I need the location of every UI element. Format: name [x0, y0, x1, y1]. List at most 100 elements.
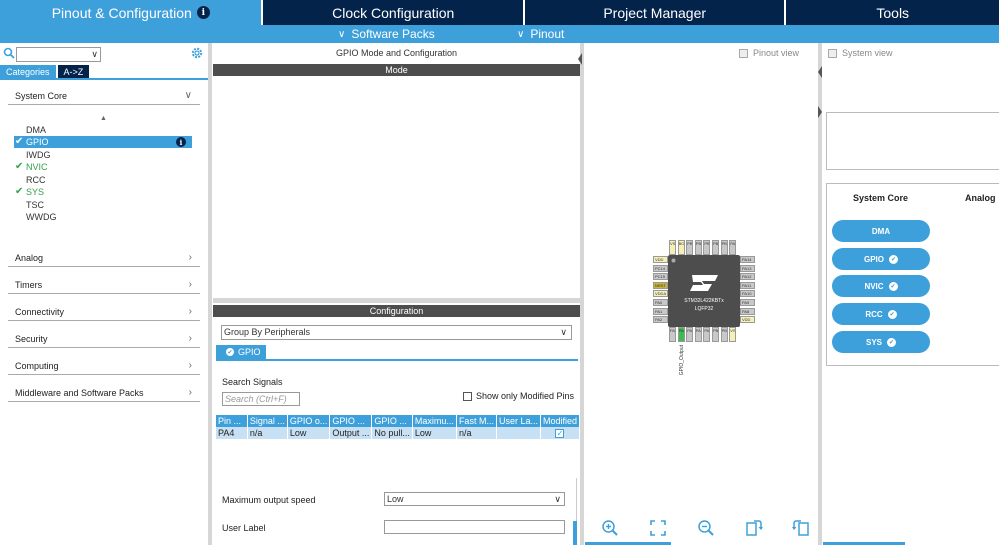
pin-nrst[interactable]: NRST — [653, 281, 668, 289]
collapse-right-icon[interactable] — [818, 106, 822, 118]
system-pill-rcc[interactable]: RCC ✔ — [832, 303, 930, 325]
pin-pa4[interactable]: PA4 — [677, 327, 685, 342]
pin-pa6[interactable]: PA6 — [694, 327, 702, 342]
pinout-menu[interactable]: ∨ Pinout — [517, 25, 564, 43]
pin-pa1[interactable]: PA1 — [653, 307, 668, 315]
pin-pa14[interactable]: PA14 — [740, 256, 755, 263]
section-middleware[interactable]: Middleware and Software Packs › — [8, 384, 200, 402]
pin-pa15[interactable]: PA15 — [729, 240, 737, 255]
software-packs-menu[interactable]: ∨ Software Packs — [338, 25, 435, 43]
col-header[interactable]: GPIO ... — [371, 415, 413, 427]
system-pill-dma[interactable]: DMA — [832, 220, 930, 242]
section-timers[interactable]: Timers › — [8, 276, 200, 294]
pin-pa0[interactable]: PA0 — [653, 299, 668, 306]
system-pill-gpio[interactable]: GPIO ✔ — [832, 248, 930, 270]
section-computing[interactable]: Computing › — [8, 357, 200, 375]
pin-vss[interactable]: VSS — [729, 327, 737, 342]
pin-pa7[interactable]: PA7 — [703, 327, 711, 342]
show-modified-checkbox[interactable]: Show only Modified Pins — [463, 391, 574, 401]
peripheral-search-combo[interactable]: ∨ — [16, 47, 101, 62]
collapse-left-icon[interactable] — [818, 66, 822, 78]
section-analog[interactable]: Analog › — [8, 249, 200, 267]
tab-a-z[interactable]: A->Z — [57, 65, 90, 78]
pin-pa5[interactable]: PA5 — [686, 327, 694, 342]
search-icon[interactable] — [3, 47, 15, 59]
section-system-core[interactable]: System Core ∨ — [8, 87, 200, 105]
system-pill-nvic[interactable]: NVIC ✔ — [832, 275, 930, 297]
panel-splitter[interactable] — [818, 43, 822, 545]
pin-pb0[interactable]: PB0 — [712, 327, 719, 342]
group-by-select[interactable]: Group By Peripherals ∨ — [221, 325, 572, 340]
col-header[interactable]: Pin ... — [216, 415, 248, 427]
col-header[interactable]: GPIO ... — [329, 415, 373, 427]
tab-tools[interactable]: Tools — [786, 0, 999, 25]
pin-pa3[interactable]: PA3 — [669, 327, 676, 342]
pin-pa8[interactable]: PA8 — [740, 307, 755, 315]
sort-icon[interactable]: ▲ — [100, 115, 107, 122]
pin-pa9[interactable]: PA9 — [740, 299, 755, 306]
periph-dma[interactable]: DMA — [14, 124, 192, 136]
max-speed-select[interactable]: Low ∨ — [384, 492, 565, 506]
collapse-left-icon[interactable] — [578, 53, 582, 65]
chip-body[interactable]: STM32L422KBTx LQFP32 — [668, 255, 740, 327]
col-header[interactable]: Modified — [540, 415, 581, 427]
section-connectivity[interactable]: Connectivity › — [8, 303, 200, 321]
tab-gpio[interactable]: ✔ GPIO — [216, 345, 266, 359]
periph-nvic[interactable]: ✔ NVIC — [14, 161, 192, 173]
configuration-header[interactable]: Configuration — [213, 305, 580, 317]
pin-boot[interactable]: BOOT — [677, 240, 685, 255]
info-icon[interactable]: i — [176, 137, 186, 147]
pinout-view-tab[interactable]: Pinout view — [739, 48, 799, 58]
zoom-in-icon[interactable] — [601, 519, 619, 537]
scrollbar[interactable] — [573, 521, 577, 545]
system-view-tab[interactable]: System view — [828, 48, 893, 58]
tab-project-manager[interactable]: Project Manager — [524, 0, 785, 25]
pin-pa12[interactable]: PA12 — [740, 273, 755, 281]
tab-categories[interactable]: Categories — [0, 65, 56, 78]
pin-pa13[interactable]: PA13 — [740, 264, 755, 272]
pin-pb7[interactable]: PB7 — [686, 240, 694, 255]
tab-clock-configuration[interactable]: Clock Configuration — [263, 0, 523, 25]
pin-pa2[interactable]: PA2 — [653, 316, 668, 324]
periph-sys[interactable]: ✔ SYS — [14, 186, 192, 198]
col-header[interactable]: Fast M... — [456, 415, 497, 427]
panel-splitter[interactable] — [208, 43, 212, 545]
panel-splitter[interactable] — [580, 43, 584, 545]
periph-gpio[interactable]: ✔ GPIO i — [14, 136, 192, 148]
pin-vdd[interactable]: VDD — [653, 256, 668, 263]
system-pill-sys[interactable]: SYS ✔ — [832, 331, 930, 353]
panel-splitter[interactable] — [213, 298, 580, 303]
periph-wwdg[interactable]: WWDG — [14, 211, 192, 223]
checkbox[interactable] — [463, 391, 472, 401]
pin-vss[interactable]: VSS — [669, 240, 676, 255]
pin-vdda[interactable]: VDDA — [653, 290, 668, 298]
col-header[interactable]: Maximu... — [412, 415, 457, 427]
search-signals-input[interactable]: Search (Ctrl+F) — [222, 392, 300, 406]
col-header[interactable]: Signal ... — [247, 415, 288, 427]
zoom-out-icon[interactable] — [697, 519, 715, 537]
pin-pc15[interactable]: PC15 — [653, 273, 668, 281]
pin-pa11[interactable]: PA11 — [740, 281, 755, 289]
col-header[interactable]: User La... — [496, 415, 541, 427]
pin-pc14[interactable]: PC14 — [653, 264, 668, 272]
pin-pa10[interactable]: PA10 — [740, 290, 755, 298]
user-label-input[interactable] — [384, 520, 565, 534]
periph-tsc[interactable]: TSC — [14, 199, 192, 211]
modified-checkbox[interactable]: ✓ — [555, 429, 565, 438]
fit-screen-icon[interactable] — [649, 519, 667, 537]
pin-vdd[interactable]: VDD — [740, 316, 755, 324]
mode-header[interactable]: Mode — [213, 64, 580, 76]
table-row[interactable]: PA4 n/a Low Output ... No pull... Low n/… — [216, 427, 581, 439]
pin-pb6[interactable]: PB6 — [694, 240, 702, 255]
section-security[interactable]: Security › — [8, 330, 200, 348]
periph-rcc[interactable]: RCC — [14, 174, 192, 186]
rotate-icon[interactable] — [745, 519, 763, 537]
gear-icon[interactable] — [190, 46, 204, 60]
pin-pb1[interactable]: PB1 — [720, 327, 728, 342]
flip-icon[interactable] — [792, 519, 810, 537]
tab-pinout-configuration[interactable]: Pinout & Configuration i — [0, 0, 262, 25]
pin-pb3[interactable]: PB3 — [720, 240, 728, 255]
col-header[interactable]: GPIO o... — [287, 415, 331, 427]
periph-iwdg[interactable]: IWDG — [14, 149, 192, 161]
pin-pb4[interactable]: PB4 — [712, 240, 719, 255]
